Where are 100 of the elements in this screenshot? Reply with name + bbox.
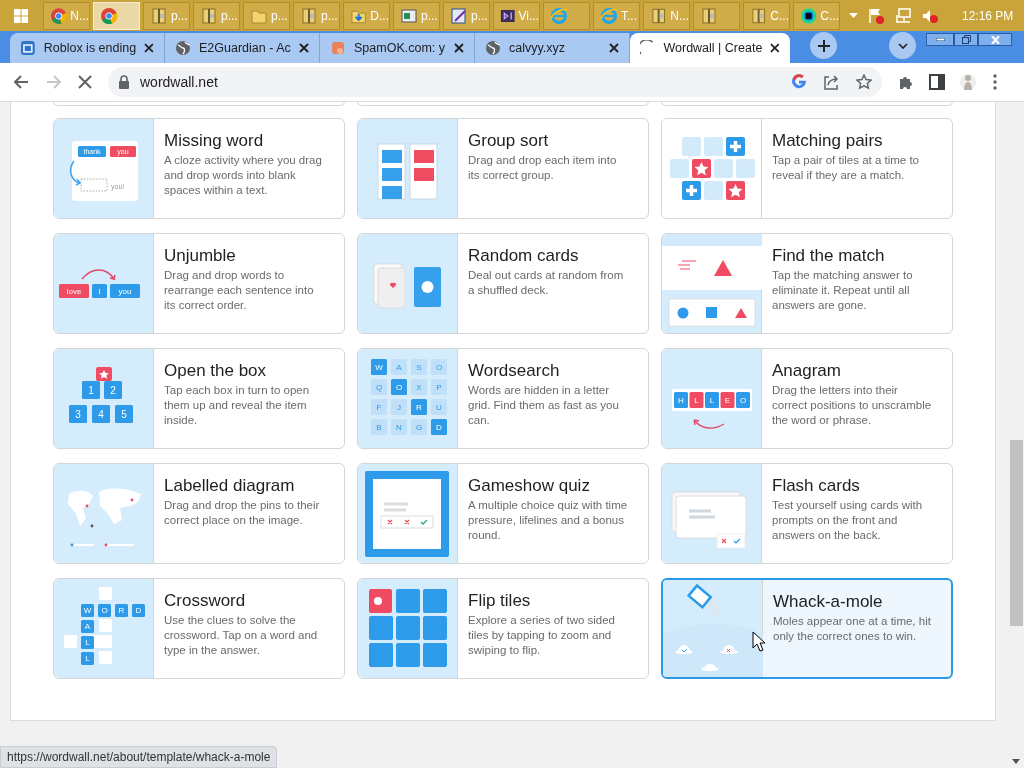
close-icon[interactable] [299,43,309,53]
card-title: Unjumble [164,246,237,266]
close-icon [990,35,1000,44]
letter-tile: S [411,359,427,375]
mouse-pointer-icon [752,631,765,652]
template-card[interactable]: W O R D A L L Crossword Use the clues to solve the crossword. Tap on a word and type in the answer. [53,578,345,679]
tab-search-button[interactable] [889,32,916,59]
minimize-icon [935,38,945,41]
letter-tile: N [391,419,407,435]
side-panel-icon[interactable] [929,74,945,90]
card-description: Tap each box in turn to open them up and reveal the item inside. [164,383,311,428]
share-icon[interactable] [823,74,840,90]
card-title: Wordsearch [468,361,561,381]
app-icon [20,40,36,56]
letter-tile: J [391,399,407,415]
card-title: Open the box [164,361,268,381]
card-title: Anagram [772,361,842,381]
card-title: Crossword [164,591,247,611]
loading-icon [640,40,656,56]
letter-tile: R [411,399,427,415]
star-box-icon [96,367,112,381]
card-description: Use the clues to solve the crossword. Tap on a word and type in the answer. [164,613,319,658]
chevron-down-icon [897,42,908,49]
letter-tile: Q [371,379,387,395]
template-card[interactable]: love I you Unjumble Drag and drop words to rearrange each sentence into its correct order. [53,233,345,334]
address-bar[interactable]: wordwall.net [108,67,882,97]
puzzle-icon[interactable] [898,74,914,90]
template-card[interactable]: Group sort Drag and drop each item into its correct group. [357,118,649,219]
menu-icon[interactable] [993,74,997,90]
template-card[interactable]: H L L E O Anagram Drag the letters into their correct positions to unscramble the word or phrase. [661,348,953,449]
close-icon[interactable] [770,43,780,53]
restore-button[interactable] [954,33,978,46]
letter-tile: 1 [82,381,100,399]
card-title: Gameshow quiz [468,476,591,496]
letter-tile: O [431,359,447,375]
editor-icon [450,6,468,25]
letter-tile: A [81,620,94,633]
card-description: Deal out cards at random from a shuffled deck. [468,268,625,298]
card-description: Drag the letters into their correct positions to unscramble the word or phrase. [772,383,933,428]
letter-tile: you [110,284,140,298]
card-title: Find the match [772,246,886,266]
browser-tab[interactable]: calvyy.xyz [475,33,630,63]
template-card[interactable]: Flip tiles Explore a series of two sided tiles by tapping to zoom and swiping to flip. [357,578,649,679]
close-icon[interactable] [78,75,92,89]
card-description: Moles appear one at a time, hit only the correct ones to win. [773,614,932,644]
new-tab-button[interactable] [810,32,837,59]
template-card[interactable]: Matching pairs Tap a pair of tiles at a time to reveal if they are a match. [661,118,953,219]
archive-icon [200,6,218,25]
template-card[interactable]: Find the match Tap the matching answer to eliminate it. Repeat until all answers are gone. [661,233,953,334]
flag-icon[interactable] [867,6,885,25]
letter-tile: 4 [92,405,110,423]
card-description: Drag and drop words to rearrange each sentence into its correct order. [164,268,315,313]
letter-tile: D [132,604,145,617]
letter-tile: X [411,379,427,395]
scrollbar-thumb[interactable] [1010,440,1023,626]
e-logo-icon [600,6,618,25]
browser-tab[interactable]: Roblox is ending [10,33,165,63]
close-window-button[interactable] [978,33,1012,46]
archive-icon [150,6,168,25]
template-card[interactable]: 1 2 3 4 5 Open the box Tap each box in turn to open them up and reveal the item inside. [53,348,345,449]
minimize-button[interactable] [926,33,954,46]
template-card[interactable]: Labelled diagram Drag and drop the pins to their correct place on the image. [53,463,345,564]
card-description: Words are hidden in a letter grid. Find them as fast as you can. [468,383,620,428]
card-title: Flash cards [772,476,861,496]
letter-tile: R [115,604,128,617]
template-card[interactable]: Whack-a-mole Moles appear one at a time, hit only the correct ones to win. [661,578,953,679]
lock-icon[interactable] [118,75,130,89]
template-card[interactable]: Gameshow quiz A multiple choice quiz with time pressure, lifelines and a bonus round. [357,463,649,564]
letter-tile: D [431,419,447,435]
plus-icon [817,39,830,52]
letter-tile: G [411,419,427,435]
letter-tile: F [371,399,387,415]
card-title: Missing word [164,131,265,151]
star-icon[interactable] [856,74,872,90]
card-title: Labelled diagram [164,476,296,496]
browser-tab[interactable]: E2Guardian - Ac [165,33,320,63]
template-card[interactable]: Flash cards Test yourself using cards with prompts on the front and answers on the back. [661,463,953,564]
back-icon[interactable] [13,74,29,90]
close-icon[interactable] [454,43,464,53]
browser-tab[interactable]: Wordwall | Create [630,33,790,63]
restore-icon [961,35,971,44]
card-title: Random cards [468,246,580,266]
template-card[interactable]: Random cards Deal out cards at random from a shuffled deck. [357,233,649,334]
template-card[interactable]: W A S O Q O X P F J R U B N G D Wordsearch Words are hidden in a letter grid. Find them as fast as you can. [357,348,649,449]
e-logo-icon [550,6,568,25]
taskbar-button[interactable] [693,1,740,30]
curved-arrow-icon [693,419,725,429]
globe-icon [175,40,191,56]
google-icon[interactable] [791,74,807,90]
letter-tile: 3 [69,405,87,423]
browser-tab[interactable]: SpamOK.com: y [320,33,475,63]
close-icon[interactable] [609,43,619,53]
letter-tile: L [81,652,94,665]
browser-icon [100,6,118,25]
card-description: A cloze activity where you drag and drop words into blank spaces within a text. [164,153,323,198]
scroll-down-icon[interactable] [1012,759,1020,764]
card-title: Matching pairs [772,131,884,151]
close-icon[interactable] [144,43,154,53]
letter-tile: L [705,392,719,408]
letter-tile: L [81,636,94,649]
